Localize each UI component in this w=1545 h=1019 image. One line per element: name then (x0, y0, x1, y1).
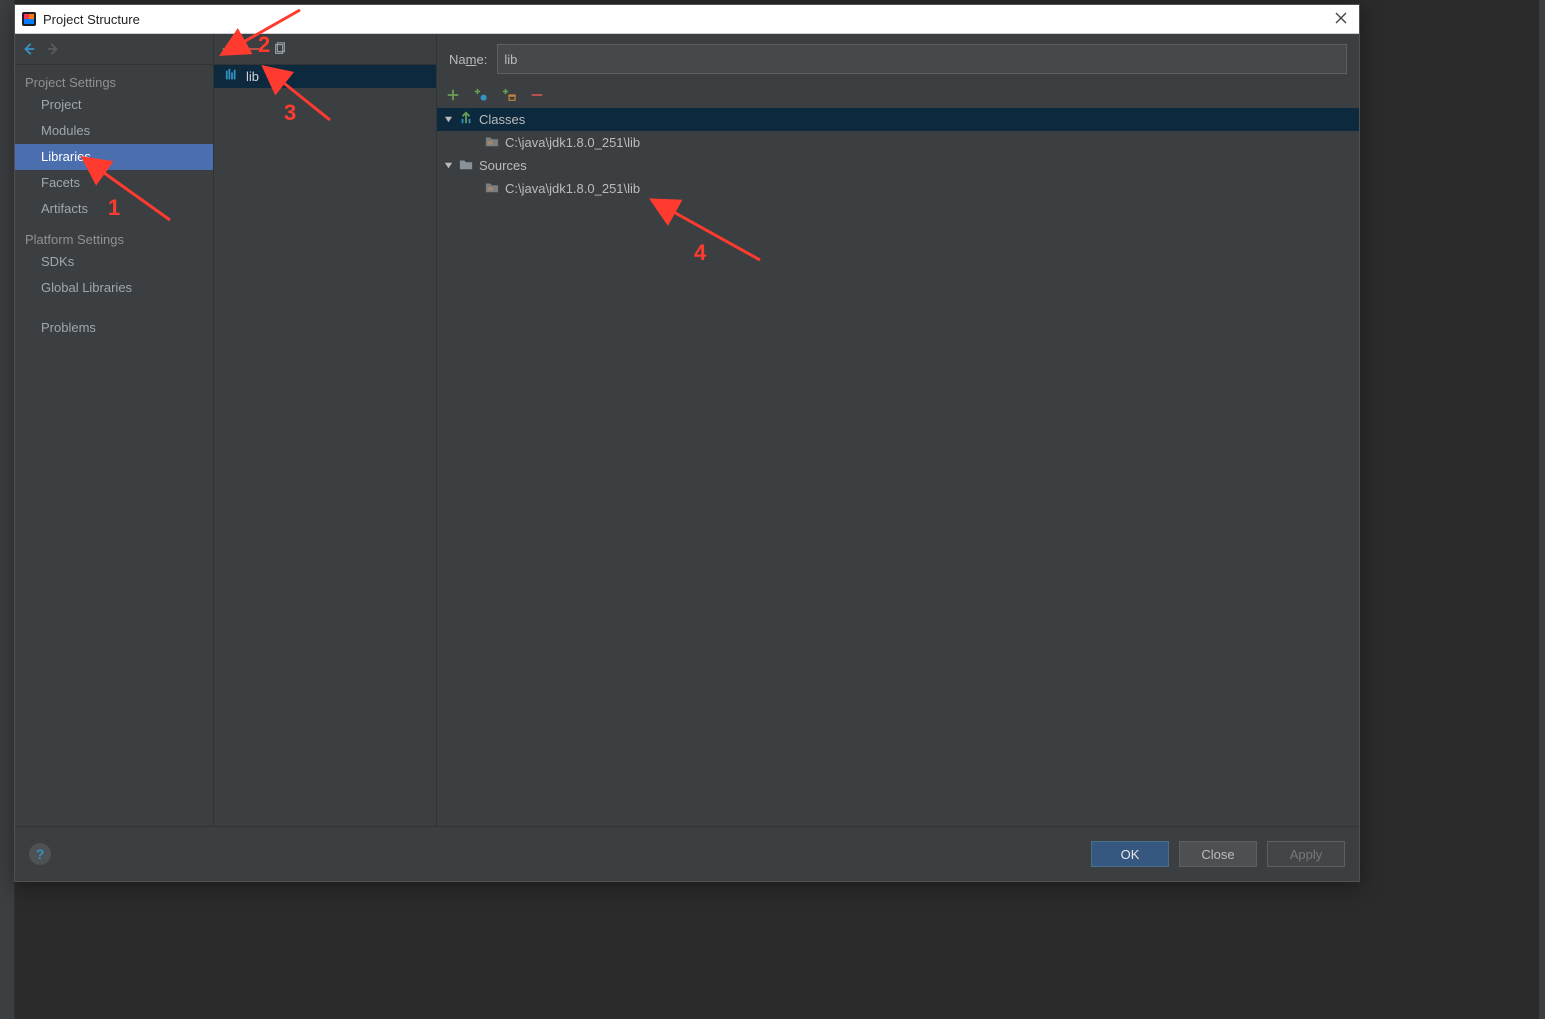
close-button[interactable]: Close (1179, 841, 1257, 867)
sidebar-section-platform-settings: Platform Settings (15, 222, 213, 249)
tree-group-sources[interactable]: Sources (437, 154, 1359, 177)
app-icon (21, 11, 37, 27)
library-name-input[interactable] (497, 44, 1347, 74)
sidebar-item-sdks[interactable]: SDKs (15, 249, 213, 275)
add-maven-icon[interactable] (473, 87, 489, 103)
tree-leaf-classes-path-label: C:\java\jdk1.8.0_251\lib (505, 135, 640, 150)
forward-icon[interactable] (45, 41, 61, 57)
remove-root-icon[interactable] (529, 87, 545, 103)
library-list-panel: lib (214, 34, 437, 826)
folder-icon (459, 157, 473, 174)
titlebar[interactable]: Project Structure (15, 5, 1359, 34)
caret-down-icon[interactable] (443, 161, 453, 170)
tree-leaf-sources-path-label: C:\java\jdk1.8.0_251\lib (505, 181, 640, 196)
library-item-label: lib (246, 69, 259, 84)
library-icon (224, 68, 240, 85)
remove-library-icon[interactable] (246, 41, 262, 57)
sidebar-item-artifacts[interactable]: Artifacts (15, 196, 213, 222)
dialog-footer: ? OK Close Apply (15, 826, 1359, 881)
sidebar-item-global-libraries[interactable]: Global Libraries (15, 275, 213, 301)
sidebar-section-project-settings: Project Settings (15, 65, 213, 92)
window-title: Project Structure (43, 12, 1329, 27)
add-root-icon[interactable] (445, 87, 461, 103)
name-row: Name: (437, 34, 1359, 84)
library-item-lib[interactable]: lib (214, 65, 436, 88)
sidebar-item-project[interactable]: Project (15, 92, 213, 118)
nav-arrows (15, 34, 213, 65)
back-icon[interactable] (21, 41, 37, 57)
tree-leaf-classes-path[interactable]: C:\java\jdk1.8.0_251\lib (437, 131, 1359, 154)
project-structure-dialog: Project Structure Project Settings Proje… (14, 4, 1360, 882)
roots-tree: Classes C:\java\jdk1.8.0_251\lib (437, 108, 1359, 826)
folder-jar-icon (485, 180, 499, 197)
details-toolbar (437, 84, 1359, 108)
editor-right-gutter (1539, 0, 1545, 1019)
tree-group-sources-label: Sources (479, 158, 527, 173)
sidebar-item-facets[interactable]: Facets (15, 170, 213, 196)
editor-gutter (0, 0, 15, 1019)
sidebar: Project Settings Project Modules Librari… (15, 34, 214, 826)
library-details-panel: Name: (437, 34, 1359, 826)
help-icon[interactable]: ? (29, 843, 51, 865)
add-library-icon[interactable] (220, 41, 236, 57)
tree-leaf-sources-path[interactable]: C:\java\jdk1.8.0_251\lib (437, 177, 1359, 200)
library-toolbar (214, 34, 436, 65)
close-icon[interactable] (1329, 11, 1353, 27)
sidebar-gap (15, 301, 213, 315)
name-label: Name: (449, 52, 487, 67)
sidebar-item-modules[interactable]: Modules (15, 118, 213, 144)
tree-group-classes-label: Classes (479, 112, 525, 127)
library-list: lib (214, 65, 436, 826)
folder-jar-icon (485, 134, 499, 151)
copy-library-icon[interactable] (272, 41, 288, 57)
apply-button[interactable]: Apply (1267, 841, 1345, 867)
tree-group-classes[interactable]: Classes (437, 108, 1359, 131)
dialog-body: Project Settings Project Modules Librari… (15, 34, 1359, 826)
ok-button[interactable]: OK (1091, 841, 1169, 867)
add-url-icon[interactable] (501, 87, 517, 103)
caret-down-icon[interactable] (443, 115, 453, 124)
sidebar-item-problems[interactable]: Problems (15, 315, 213, 341)
classes-icon (459, 111, 473, 128)
sidebar-item-libraries[interactable]: Libraries (15, 144, 213, 170)
